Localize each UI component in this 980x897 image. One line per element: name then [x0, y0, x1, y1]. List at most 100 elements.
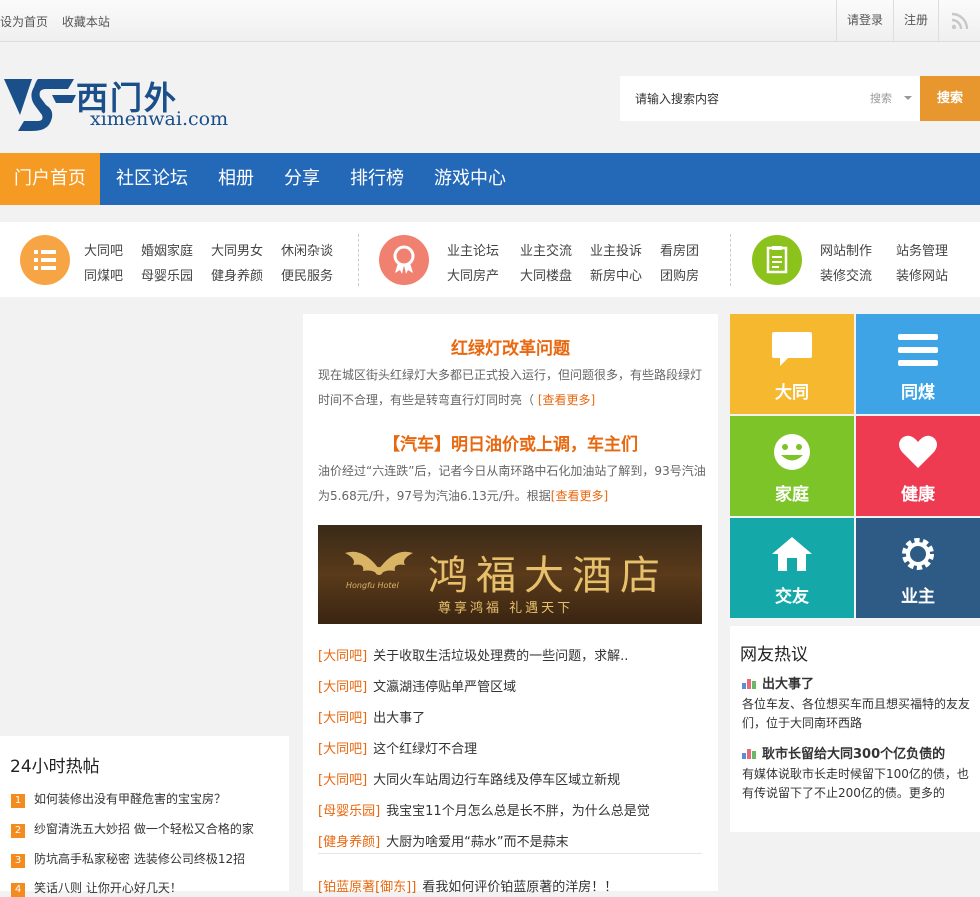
tile-family[interactable]: 家庭	[730, 416, 854, 516]
header: 西门外 ximenwai.com 请输入搜索内容 搜索 搜索	[0, 43, 980, 153]
post-title[interactable]: 我宝宝11个月怎么总是长不胖，为什么总是觉	[386, 804, 650, 819]
forum-tag[interactable]: [母婴乐园]	[318, 804, 380, 819]
nav-item-forum[interactable]: 社区论坛	[116, 153, 188, 205]
discussion-title-text[interactable]: 出大事了	[762, 677, 814, 692]
rss-icon[interactable]	[938, 0, 980, 42]
headline-link[interactable]: 红绿灯改革问题	[303, 334, 718, 359]
post-title[interactable]: 大同火车站周边行车路线及停车区域立新规	[373, 773, 620, 788]
category-link[interactable]: 业主交流	[520, 240, 572, 259]
category-link[interactable]: 大同楼盘	[520, 265, 572, 284]
category-link[interactable]: 业主投诉	[590, 240, 642, 259]
forum-tag[interactable]: [大同吧]	[318, 649, 367, 664]
forum-tag[interactable]: [大同吧]	[318, 711, 367, 726]
list-item[interactable]: [铂蓝原著[御东]] 看我如何评价铂蓝原著的洋房！！	[318, 876, 617, 895]
discussion-title[interactable]: 出大事了	[742, 673, 814, 692]
category-link[interactable]: 便民服务	[281, 265, 333, 284]
list-item[interactable]: [大同吧] 大同火车站周边行车路线及停车区域立新规	[318, 769, 620, 788]
category-link[interactable]: 网站制作	[820, 240, 872, 259]
hotel-ad-banner[interactable]: Hongfu Hotel 鸿福大酒店 尊享鸿福 礼遇天下	[318, 525, 702, 624]
nav-item-home[interactable]: 门户首页	[0, 153, 100, 205]
category-link[interactable]: 装修网站	[896, 265, 948, 284]
list-item[interactable]: [大同吧] 文瀛湖违停贴单严管区域	[318, 676, 516, 695]
forum-tag[interactable]: [铂蓝原著[御东]]	[318, 880, 416, 895]
post-title[interactable]: 出大事了	[373, 711, 425, 726]
category-link[interactable]: 大同房产	[447, 265, 499, 284]
read-more-link[interactable]: [查看更多]	[538, 393, 595, 407]
category-link[interactable]: 新房中心	[590, 265, 642, 284]
panel-title: 网友热议	[740, 645, 808, 665]
smiley-icon	[774, 434, 810, 470]
category-link[interactable]: 装修交流	[820, 265, 872, 284]
nav-item-album[interactable]: 相册	[218, 153, 254, 205]
ad-brand: Hongfu Hotel	[346, 581, 399, 590]
post-title[interactable]: 纱窗清洗五大妙招 做一个轻松又合格的家	[34, 822, 254, 836]
register-link[interactable]: 注册	[892, 0, 938, 42]
category-link[interactable]: 团购房	[660, 265, 699, 284]
hot-24h-panel: 24小时热帖 1 如何装修出没有甲醛危害的宝宝房？ 2 纱窗清洗五大妙招 做一个轻松…	[0, 736, 289, 897]
category-link[interactable]: 健身养颜	[211, 265, 263, 284]
search-scope-select[interactable]: 搜索	[870, 90, 892, 106]
post-title[interactable]: 这个红绿灯不合理	[373, 742, 477, 757]
list-item[interactable]: [健身养颜] 大厨为啥爱用“蒜水”而不是蒜末	[318, 831, 569, 850]
set-home-link[interactable]: 设为首页	[0, 15, 48, 29]
category-group-property: 业主论坛 业主交流 业主投诉 看房团 大同房产 大同楼盘 新房中心 团购房	[360, 222, 730, 297]
home-icon	[772, 537, 812, 571]
post-title[interactable]: 大厨为啥爱用“蒜水”而不是蒜末	[386, 835, 568, 850]
post-title[interactable]: 如何装修出没有甲醛危害的宝宝房？	[34, 792, 226, 806]
ad-slogan: 尊享鸿福 礼遇天下	[438, 601, 574, 616]
article-summary: 油价经过“六连跌”后，记者今日从南环路中石化加油站了解到，93号汽油为5.68元…	[318, 459, 708, 509]
search-input[interactable]: 请输入搜索内容	[635, 90, 719, 107]
tile-friends[interactable]: 交友	[730, 518, 854, 618]
category-link[interactable]: 大同男女	[211, 240, 263, 259]
list-item[interactable]: 2 纱窗清洗五大妙招 做一个轻松又合格的家	[11, 820, 254, 838]
tile-tongmei[interactable]: 同煤	[856, 314, 980, 414]
news-column: 红绿灯改革问题 现在城区街头红绿灯大多都已正式投入运行，但问题很多，有些路段绿灯…	[303, 314, 718, 895]
read-more-link[interactable]: [查看更多]	[551, 489, 608, 503]
category-link[interactable]: 大同吧	[84, 240, 123, 259]
login-link[interactable]: 请登录	[835, 0, 893, 42]
list-item[interactable]: [母婴乐园] 我宝宝11个月怎么总是长不胖，为什么总是觉	[318, 800, 650, 819]
category-link[interactable]: 站务管理	[896, 240, 948, 259]
category-link[interactable]: 休闲杂谈	[281, 240, 333, 259]
category-link[interactable]: 母婴乐园	[141, 265, 193, 284]
post-title[interactable]: 笑话八则 让你开心好几天！	[34, 881, 182, 895]
category-link[interactable]: 业主论坛	[447, 240, 499, 259]
forum-tag[interactable]: [大同吧]	[318, 680, 367, 695]
tile-health[interactable]: 健康	[856, 416, 980, 516]
category-link[interactable]: 同煤吧	[84, 265, 123, 284]
nav-item-games[interactable]: 游戏中心	[434, 153, 506, 205]
logo-domain: ximenwai.com	[90, 108, 229, 130]
forum-tag[interactable]: [健身养颜]	[318, 835, 380, 850]
list-item[interactable]: 1 如何装修出没有甲醛危害的宝宝房？	[11, 790, 226, 808]
post-title[interactable]: 看我如何评价铂蓝原著的洋房！！	[422, 880, 617, 895]
site-logo[interactable]: 西门外 ximenwai.com	[2, 73, 242, 133]
tile-owners[interactable]: 业主	[856, 518, 980, 618]
search-box[interactable]: 请输入搜索内容 搜索	[620, 76, 920, 121]
discussion-title-text[interactable]: 耿市长留给大同300个亿负债的	[762, 747, 945, 762]
nav-item-ranking[interactable]: 排行榜	[350, 153, 404, 205]
top-links: 设为首页 收藏本站	[0, 13, 120, 30]
post-title[interactable]: 防坑高手私家秘密 选装修公司终极12招	[34, 852, 245, 866]
tile-datong[interactable]: 大同	[730, 314, 854, 414]
list-item[interactable]: 4 笑话八则 让你开心好几天！	[11, 879, 182, 897]
forum-tag[interactable]: [大同吧]	[318, 742, 367, 757]
search-button[interactable]: 搜索	[920, 76, 980, 121]
list-item[interactable]: [大同吧] 关于收取生活垃圾处理费的一些问题，求解..	[318, 645, 628, 664]
category-link[interactable]: 看房团	[660, 240, 699, 259]
rank-badge: 1	[11, 794, 25, 808]
nav-item-share[interactable]: 分享	[284, 153, 320, 205]
category-link[interactable]: 婚姻家庭	[141, 240, 193, 259]
quick-tiles: 大同 同煤 家庭 健康 交友 业主	[730, 314, 980, 618]
bookmark-link[interactable]: 收藏本站	[62, 15, 110, 29]
discussion-title[interactable]: 耿市长留给大同300个亿负债的	[742, 743, 945, 762]
post-title[interactable]: 文瀛湖违停贴单严管区域	[373, 680, 516, 695]
chevron-down-icon	[904, 96, 912, 100]
forum-tag[interactable]: [大同吧]	[318, 773, 367, 788]
netizen-discussion-panel: 网友热议 出大事了 各位车友、各位想买车而且想买福特的友友们，位于大同南环西路 …	[730, 626, 980, 832]
list-item[interactable]: [大同吧] 这个红绿灯不合理	[318, 738, 477, 757]
headline-link[interactable]: 【汽车】明日油价或上调，车主们	[303, 430, 718, 455]
tile-label: 健康	[901, 485, 935, 505]
list-item[interactable]: [大同吧] 出大事了	[318, 707, 425, 726]
list-item[interactable]: 3 防坑高手私家秘密 选装修公司终极12招	[11, 850, 245, 868]
post-title[interactable]: 关于收取生活垃圾处理费的一些问题，求解..	[373, 649, 628, 664]
